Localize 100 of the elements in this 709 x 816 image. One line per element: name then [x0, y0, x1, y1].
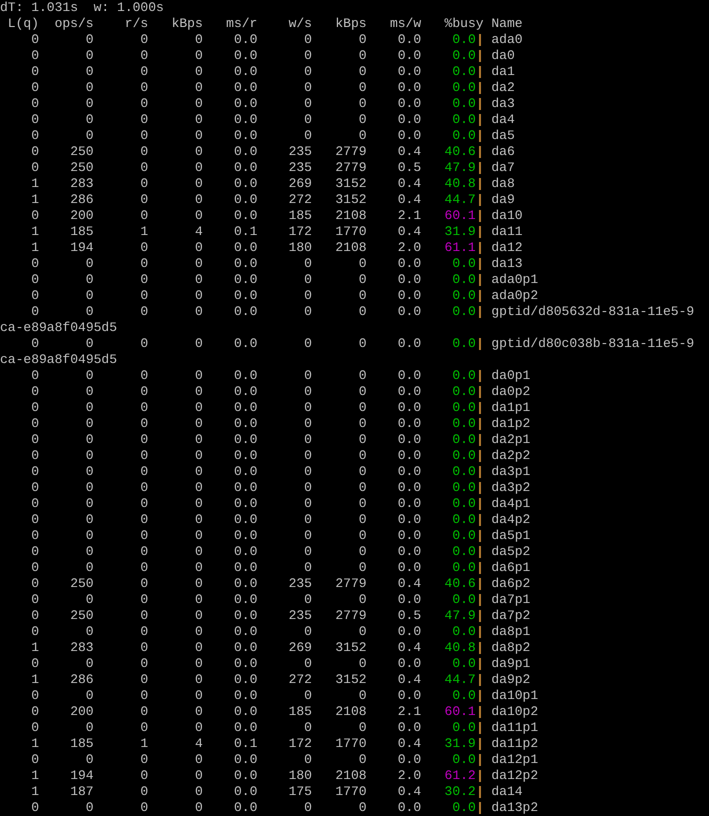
table-cell: 0 — [140, 32, 148, 48]
table-cell: 0 — [194, 432, 203, 448]
busy-value: 0.0 — [452, 432, 476, 448]
table-cell: 0 — [86, 112, 94, 128]
table-cell: 0 — [86, 800, 94, 816]
table-cell: 0 — [194, 384, 203, 400]
table-cell: 0.0 — [234, 576, 258, 592]
table-cell: 0.4 — [398, 672, 422, 688]
device-name: da3p2 — [491, 480, 530, 496]
table-cell: 0 — [31, 560, 39, 576]
table-cell: 0 — [86, 80, 94, 96]
table-cell: 2.0 — [398, 768, 422, 784]
table-cell: 200 — [70, 208, 94, 224]
table-cell: 0 — [358, 48, 367, 64]
busy-value: 0.0 — [452, 32, 476, 48]
device-name: da4 — [491, 112, 515, 128]
table-cell: 0 — [140, 384, 148, 400]
table-cell: 0 — [194, 304, 203, 320]
status-line: dT: 1.031s w: 1.000s — [0, 0, 164, 16]
table-cell: 0 — [194, 768, 203, 784]
table-cell: 0 — [304, 32, 312, 48]
table-cell: 0.0 — [398, 688, 422, 704]
table-cell: 0 — [358, 656, 367, 672]
table-cell: 0 — [194, 32, 203, 48]
table-cell: 0 — [31, 384, 39, 400]
table-cell: 0.0 — [398, 80, 422, 96]
table-cell: 0.0 — [234, 512, 258, 528]
table-cell: 0 — [304, 800, 312, 816]
table-cell: 0 — [304, 272, 312, 288]
table-cell: 0 — [304, 528, 312, 544]
table-cell: 185 — [288, 208, 312, 224]
table-cell: 0.0 — [398, 128, 422, 144]
table-cell: 0 — [140, 624, 148, 640]
table-cell: 0 — [304, 448, 312, 464]
table-cell: 2779 — [335, 160, 367, 176]
table-cell: 0 — [358, 592, 367, 608]
table-cell: 0 — [31, 64, 39, 80]
table-cell: 0 — [194, 400, 203, 416]
table-cell: 0 — [358, 64, 367, 80]
table-cell: 0.0 — [234, 608, 258, 624]
device-name: da3p1 — [491, 464, 530, 480]
device-name: da5p1 — [491, 528, 530, 544]
busy-value: 61.1 — [444, 240, 476, 256]
table-cell: 0 — [358, 368, 367, 384]
busy-value: 47.9 — [444, 608, 476, 624]
device-name: da1p1 — [491, 400, 530, 416]
table-cell: 0.0 — [234, 240, 258, 256]
table-cell: 0 — [31, 336, 39, 352]
device-name: da3 — [491, 96, 515, 112]
table-cell: 194 — [70, 768, 94, 784]
table-cell: 0 — [194, 512, 203, 528]
table-cell: 0.0 — [234, 640, 258, 656]
table-cell: 0 — [194, 640, 203, 656]
table-cell: 4 — [194, 224, 203, 240]
table-cell: 0 — [140, 64, 148, 80]
table-cell: 0 — [31, 576, 39, 592]
table-cell: 0 — [194, 496, 203, 512]
table-cell: 0 — [140, 560, 148, 576]
table-cell: 0.0 — [234, 304, 258, 320]
table-cell: 0 — [304, 288, 312, 304]
busy-value: 60.1 — [444, 704, 476, 720]
table-cell: 0 — [358, 272, 367, 288]
table-cell: 0.0 — [398, 368, 422, 384]
busy-value: 0.0 — [452, 112, 476, 128]
device-name: da6p1 — [491, 560, 530, 576]
table-cell: 0 — [194, 544, 203, 560]
busy-value: 0.0 — [452, 752, 476, 768]
table-cell: 1770 — [335, 224, 367, 240]
table-cell: 0.0 — [234, 768, 258, 784]
table-cell: 0 — [358, 496, 367, 512]
table-cell: 0 — [86, 432, 94, 448]
busy-value: 0.0 — [452, 368, 476, 384]
table-cell: 269 — [288, 640, 312, 656]
table-cell: 0 — [304, 560, 312, 576]
busy-value: 0.0 — [452, 64, 476, 80]
table-cell: 0 — [31, 512, 39, 528]
device-name: da9p1 — [491, 656, 530, 672]
table-cell: 2779 — [335, 608, 367, 624]
table-cell: 0.0 — [398, 64, 422, 80]
table-cell: 0 — [31, 304, 39, 320]
table-cell: 0 — [194, 80, 203, 96]
table-cell: 1 — [31, 224, 39, 240]
device-name: da1p2 — [491, 416, 530, 432]
table-cell: 0 — [86, 304, 94, 320]
busy-value: 40.6 — [444, 144, 476, 160]
busy-value: 0.0 — [452, 544, 476, 560]
table-cell: 0 — [194, 752, 203, 768]
table-cell: 0 — [304, 432, 312, 448]
device-name: gptid/d805632d-831a-11e5-9 — [491, 304, 694, 320]
device-name: ca-e89a8f0495d5 — [0, 320, 118, 336]
device-name: da0p1 — [491, 368, 530, 384]
table-cell: 0 — [31, 288, 39, 304]
table-cell: 0.0 — [398, 560, 422, 576]
device-name: da13p2 — [491, 800, 538, 816]
table-cell: 0 — [31, 256, 39, 272]
table-cell: 0 — [358, 336, 367, 352]
table-cell: 0 — [194, 704, 203, 720]
device-name: ca-e89a8f0495d5 — [0, 352, 118, 368]
table-cell: 0 — [86, 752, 94, 768]
column-header: ops/s — [54, 16, 94, 32]
